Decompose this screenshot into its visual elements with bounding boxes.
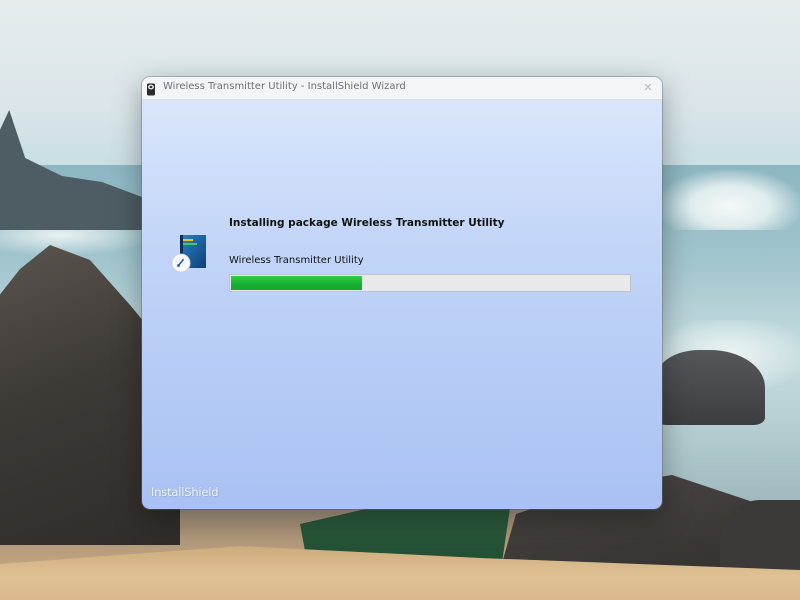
window-title: Wireless Transmitter Utility - InstallSh… bbox=[163, 81, 406, 92]
installer-app-icon bbox=[146, 81, 156, 96]
wallpaper-rock bbox=[655, 350, 765, 425]
installshield-wizard-window: Wireless Transmitter Utility - InstallSh… bbox=[142, 77, 662, 509]
installshield-logo: InstallShield bbox=[151, 485, 219, 499]
progress-fill bbox=[231, 276, 362, 290]
install-status-heading: Installing package Wireless Transmitter … bbox=[229, 217, 505, 229]
close-button[interactable]: ✕ bbox=[640, 80, 656, 96]
title-bar[interactable]: Wireless Transmitter Utility - InstallSh… bbox=[142, 77, 662, 100]
component-label: Wireless Transmitter Utility bbox=[229, 255, 364, 266]
package-install-icon bbox=[171, 233, 209, 275]
install-progress-bar bbox=[229, 274, 631, 292]
wallpaper-wave bbox=[660, 170, 800, 230]
